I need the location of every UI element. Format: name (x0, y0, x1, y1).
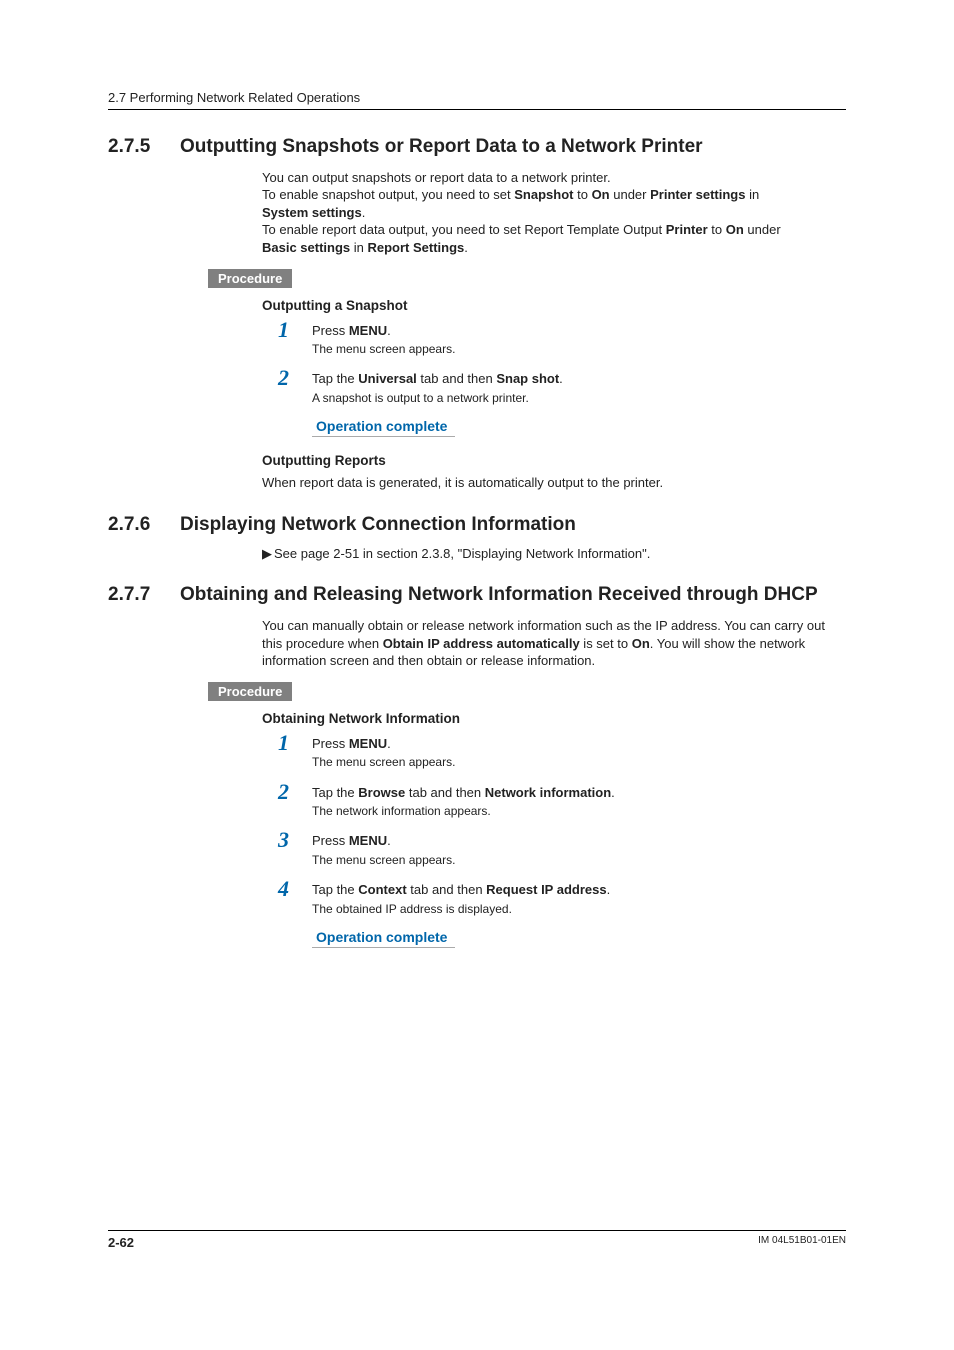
sub-heading-outputting-snapshot: Outputting a Snapshot (262, 298, 846, 313)
procedure-badge: Procedure (208, 269, 292, 288)
step-body: Press MENU. The menu screen appears. (312, 319, 455, 358)
step-body: Press MENU. The menu screen appears. (312, 829, 455, 868)
running-head: 2.7 Performing Network Related Operation… (108, 90, 846, 110)
text: You can output snapshots or report data … (262, 170, 611, 185)
text: See page 2-51 in section 2.3.8, "Display… (274, 546, 650, 561)
bold-text: Network information (485, 785, 611, 800)
text: in (745, 187, 759, 202)
bold-text: On (632, 636, 650, 651)
step-row: 4 Tap the Context tab and then Request I… (278, 878, 846, 917)
text: . (607, 882, 611, 897)
bold-text: Request IP address (486, 882, 606, 897)
bold-text: Context (358, 882, 406, 897)
see-reference: ▶See page 2-51 in section 2.3.8, "Displa… (262, 546, 846, 562)
step-result: The obtained IP address is displayed. (312, 901, 610, 917)
section-2-7-7-head: 2.7.7 Obtaining and Releasing Network In… (108, 584, 846, 607)
bold-text: Obtain IP address automatically (383, 636, 580, 651)
bold-text: Browse (358, 785, 405, 800)
text: in (350, 240, 367, 255)
paragraph: When report data is generated, it is aut… (262, 474, 838, 492)
bold-text: On (726, 222, 744, 237)
step-result: The network information appears. (312, 803, 615, 819)
bold-text: MENU (349, 323, 387, 338)
step-number: 3 (278, 829, 312, 851)
bold-text: Printer (666, 222, 708, 237)
sub-heading-outputting-reports: Outputting Reports (262, 453, 846, 468)
step-number: 1 (278, 319, 312, 341)
step-body: Tap the Browse tab and then Network info… (312, 781, 615, 820)
bold-text: Snapshot (514, 187, 573, 202)
text: . (387, 323, 391, 338)
step-result: A snapshot is output to a network printe… (312, 390, 563, 406)
text: . (611, 785, 615, 800)
step-number: 2 (278, 367, 312, 389)
text: . (362, 205, 366, 220)
text: Press (312, 833, 349, 848)
section-number: 2.7.6 (108, 514, 180, 536)
bold-text: Report Settings (368, 240, 465, 255)
text: Tap the (312, 785, 358, 800)
step-row: 1 Press MENU. The menu screen appears. (278, 732, 846, 771)
step-body: Tap the Context tab and then Request IP … (312, 878, 610, 917)
text: Press (312, 323, 349, 338)
page-number: 2-62 (108, 1235, 134, 1250)
bold-text: System settings (262, 205, 362, 220)
text: . (387, 833, 391, 848)
triangle-right-icon: ▶ (262, 546, 272, 562)
text: under (610, 187, 650, 202)
text: Tap the (312, 371, 358, 386)
step-row: 2 Tap the Universal tab and then Snap sh… (278, 367, 846, 406)
bold-text: MENU (349, 736, 387, 751)
text: to (708, 222, 726, 237)
section-2-7-7-intro: You can manually obtain or release netwo… (262, 617, 838, 670)
text: To enable report data output, you need t… (262, 222, 666, 237)
section-2-7-5-intro: You can output snapshots or report data … (262, 169, 838, 257)
text: is set to (580, 636, 632, 651)
text: tab and then (417, 371, 497, 386)
text: tab and then (405, 785, 485, 800)
step-result: The menu screen appears. (312, 754, 455, 770)
step-result: The menu screen appears. (312, 341, 455, 357)
bold-text: Printer settings (650, 187, 745, 202)
page-footer: 2-62 IM 04L51B01-01EN (108, 1230, 846, 1250)
text: . (387, 736, 391, 751)
step-body: Tap the Universal tab and then Snap shot… (312, 367, 563, 406)
text: under (744, 222, 781, 237)
bold-text: MENU (349, 833, 387, 848)
operation-complete: Operation complete (312, 418, 455, 437)
section-number: 2.7.7 (108, 584, 180, 606)
step-number: 4 (278, 878, 312, 900)
sub-heading-obtaining-network-info: Obtaining Network Information (262, 711, 846, 726)
bold-text: Snap shot (496, 371, 559, 386)
section-number: 2.7.5 (108, 136, 180, 158)
section-title: Displaying Network Connection Informatio… (180, 514, 576, 537)
step-row: 2 Tap the Browse tab and then Network in… (278, 781, 846, 820)
step-result: The menu screen appears. (312, 852, 455, 868)
step-number: 2 (278, 781, 312, 803)
text: . (559, 371, 563, 386)
bold-text: Universal (358, 371, 417, 386)
text: To enable snapshot output, you need to s… (262, 187, 514, 202)
text: . (464, 240, 468, 255)
text: Press (312, 736, 349, 751)
text: tab and then (407, 882, 487, 897)
step-row: 1 Press MENU. The menu screen appears. (278, 319, 846, 358)
section-2-7-5-head: 2.7.5 Outputting Snapshots or Report Dat… (108, 136, 846, 159)
text: Tap the (312, 882, 358, 897)
bold-text: On (592, 187, 610, 202)
operation-complete: Operation complete (312, 929, 455, 948)
section-title: Obtaining and Releasing Network Informat… (180, 584, 818, 607)
step-number: 1 (278, 732, 312, 754)
step-row: 3 Press MENU. The menu screen appears. (278, 829, 846, 868)
text: to (573, 187, 591, 202)
procedure-badge: Procedure (208, 682, 292, 701)
section-title: Outputting Snapshots or Report Data to a… (180, 136, 703, 159)
step-body: Press MENU. The menu screen appears. (312, 732, 455, 771)
section-2-7-6-head: 2.7.6 Displaying Network Connection Info… (108, 514, 846, 537)
doc-id: IM 04L51B01-01EN (758, 1235, 846, 1250)
bold-text: Basic settings (262, 240, 350, 255)
